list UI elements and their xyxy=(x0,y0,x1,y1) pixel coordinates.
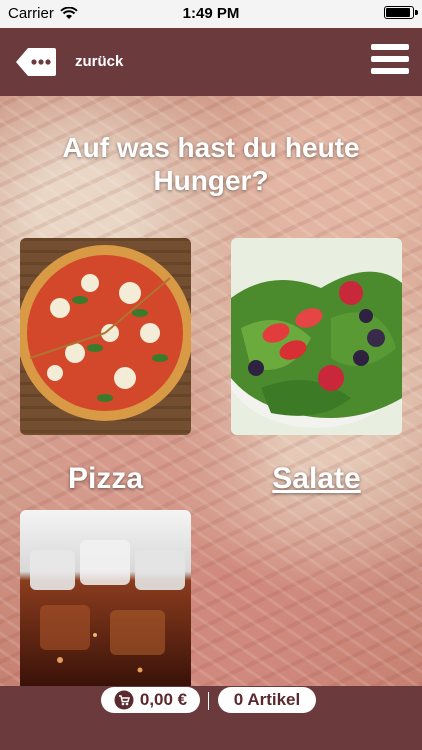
back-tag-icon xyxy=(16,48,56,76)
pizza-tile[interactable] xyxy=(20,238,191,435)
status-time: 1:49 PM xyxy=(182,5,240,22)
back-label[interactable]: zurück xyxy=(75,53,123,70)
salad-label[interactable]: Salate xyxy=(231,462,402,496)
hamburger-menu-icon[interactable] xyxy=(371,44,409,78)
salad-image xyxy=(231,238,402,435)
status-bar: Carrier 1:49 PM xyxy=(0,0,422,28)
drinks-tile[interactable] xyxy=(20,510,191,686)
status-right xyxy=(384,6,418,19)
salad-tile[interactable] xyxy=(231,238,402,435)
back-button[interactable] xyxy=(14,46,58,78)
bottom-bar: 0,00 € 0 Artikel xyxy=(0,686,422,750)
pizza-image xyxy=(20,238,191,435)
drinks-image xyxy=(20,510,191,686)
page-title: Auf was hast du heute Hunger? xyxy=(62,132,360,196)
battery-icon xyxy=(384,6,418,19)
cart-total: 0,00 € xyxy=(139,690,188,709)
pizza-label[interactable]: Pizza xyxy=(20,462,191,496)
cart-icon xyxy=(114,690,134,710)
cart-total-pill[interactable]: 0,00 € xyxy=(101,687,200,713)
footer-divider xyxy=(208,692,209,710)
item-count: 0 Artikel xyxy=(233,690,301,709)
item-count-pill[interactable]: 0 Artikel xyxy=(218,687,316,713)
header-bar: zurück xyxy=(0,28,422,96)
